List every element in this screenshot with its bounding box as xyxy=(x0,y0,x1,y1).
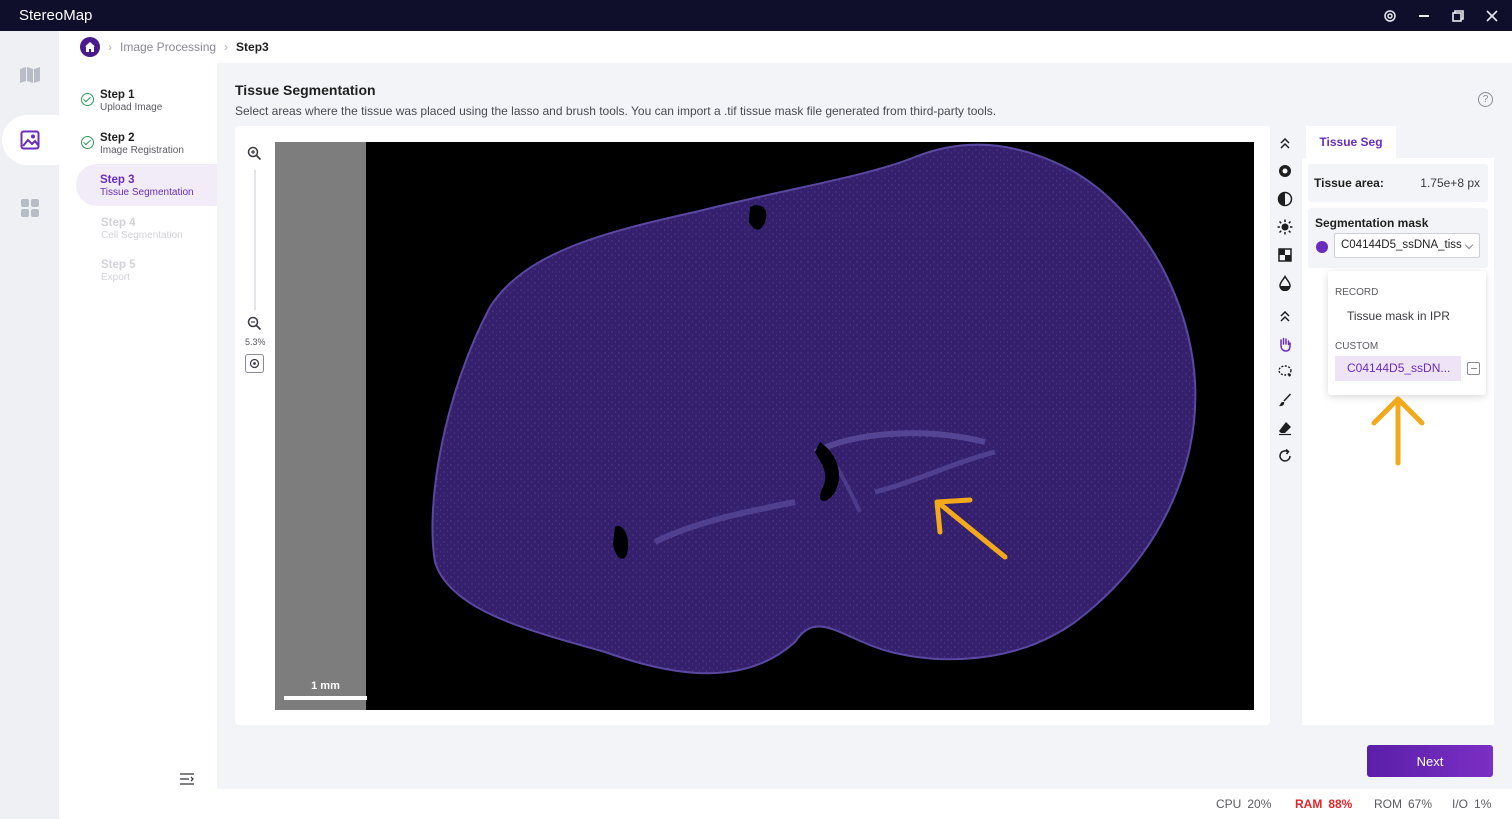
rom-stat: ROM 67% xyxy=(1374,797,1432,811)
hand-pan-icon[interactable] xyxy=(1277,336,1293,352)
step-title: Step 3 xyxy=(100,174,135,186)
left-rail xyxy=(0,31,59,819)
brightness-icon[interactable] xyxy=(1277,219,1293,235)
cpu-label: CPU xyxy=(1216,797,1242,811)
step-subtitle: Tissue Segmentation xyxy=(100,187,194,198)
zoom-out-icon[interactable] xyxy=(247,316,262,336)
ram-stat: RAM 88% xyxy=(1295,797,1352,811)
tissue-area-value: 1.75e+8 px xyxy=(1420,176,1480,190)
step-subtitle: Export xyxy=(101,272,130,283)
rail-apps-icon[interactable] xyxy=(0,186,59,230)
io-stat: I/O 1% xyxy=(1452,797,1491,811)
step-title: Step 4 xyxy=(101,217,136,229)
tissue-area-label: Tissue area: xyxy=(1314,176,1384,190)
window-controls xyxy=(1382,0,1500,31)
collapse-sidebar-icon[interactable] xyxy=(179,771,195,787)
tissue-area-box: Tissue area: 1.75e+8 px xyxy=(1308,164,1488,202)
chevron-down-icon xyxy=(1464,240,1474,250)
brush-icon[interactable] xyxy=(1277,392,1293,408)
breadcrumb-separator: › xyxy=(108,40,112,54)
step-4: Step 4 Cell Segmentation xyxy=(77,217,217,241)
contrast-icon[interactable] xyxy=(1277,191,1293,207)
step-subtitle: Cell Segmentation xyxy=(101,230,183,241)
dropdown-group-custom: CUSTOM xyxy=(1335,341,1379,352)
rename-icon[interactable] xyxy=(1467,362,1480,375)
step-title: Step 5 xyxy=(101,259,136,271)
tab-tissue-seg[interactable]: Tissue Seg xyxy=(1306,126,1396,158)
tissue-section-image xyxy=(431,143,1197,675)
title-bar: StereoMap xyxy=(0,0,1512,31)
recenter-button[interactable] xyxy=(245,354,264,373)
page-description: Select areas where the tissue was placed… xyxy=(235,104,997,118)
check-icon xyxy=(81,136,94,149)
rail-map-icon[interactable] xyxy=(0,53,59,97)
ram-label: RAM xyxy=(1295,797,1323,811)
minimize-icon[interactable] xyxy=(1416,8,1432,24)
main-content: Tissue Segmentation Select areas where t… xyxy=(217,63,1512,789)
page-title: Tissue Segmentation xyxy=(235,82,376,98)
close-icon[interactable] xyxy=(1484,8,1500,24)
scale-bar: 1 mm xyxy=(284,680,367,700)
step-2[interactable]: Step 2 Image Registration xyxy=(77,132,217,156)
lasso-icon[interactable] xyxy=(1277,364,1293,380)
step-subtitle: Upload Image xyxy=(100,102,163,113)
settings-icon[interactable] xyxy=(1382,8,1398,24)
next-button[interactable]: Next xyxy=(1367,745,1493,777)
rom-label: ROM xyxy=(1374,797,1402,811)
mask-select-value: C04144D5_ssDNA_tiss xyxy=(1341,239,1462,251)
dropdown-group-record: RECORD xyxy=(1335,287,1379,298)
mask-color-dot[interactable] xyxy=(1316,241,1328,253)
app-title: StereoMap xyxy=(19,7,93,24)
breadcrumb: › Image Processing › Step3 xyxy=(59,31,1512,63)
collapse-up-icon-2[interactable] xyxy=(1277,308,1293,324)
segmentation-mask-select[interactable]: C04144D5_ssDNA_tiss xyxy=(1334,233,1480,258)
step-subtitle: Image Registration xyxy=(100,145,184,156)
step-5: Step 5 Export xyxy=(77,259,217,283)
help-icon[interactable]: ? xyxy=(1478,92,1493,107)
eraser-icon[interactable] xyxy=(1277,420,1293,436)
step-3[interactable]: Step 3 Tissue Segmentation xyxy=(76,164,217,206)
panel-tabs: Tissue Seg xyxy=(1302,126,1494,158)
tool-strip xyxy=(1270,126,1302,725)
scale-bar-line xyxy=(284,696,367,700)
tissue-seg-panel: Tissue Seg Tissue area: 1.75e+8 px Segme… xyxy=(1302,126,1494,725)
segmentation-mask-label: Segmentation mask xyxy=(1315,216,1429,230)
home-icon[interactable] xyxy=(80,37,100,57)
zoom-slider[interactable] xyxy=(254,170,256,310)
step-title: Step 2 xyxy=(100,132,135,144)
image-settings-icon[interactable] xyxy=(1277,163,1293,179)
image-viewer: 5.3% 1 mm xyxy=(235,126,1270,725)
dropdown-item-custom-selected[interactable]: C04144D5_ssDN... xyxy=(1335,356,1461,381)
annotation-arrow-up xyxy=(1371,396,1425,466)
status-bar: CPU 20% RAM 88% ROM 67% I/O 1% xyxy=(59,789,1512,819)
step-title: Step 1 xyxy=(100,89,135,101)
mask-dropdown: RECORD Tissue mask in IPR CUSTOM C04144D… xyxy=(1328,271,1486,395)
annotation-arrow-diagonal xyxy=(934,497,1008,560)
zoom-in-icon[interactable] xyxy=(247,146,262,166)
segmentation-mask-area: Segmentation mask C04144D5_ssDNA_tiss RE… xyxy=(1308,208,1488,508)
cpu-stat: CPU 20% xyxy=(1216,797,1271,811)
step-1[interactable]: Step 1 Upload Image xyxy=(77,89,217,113)
zoom-level: 5.3% xyxy=(245,337,266,347)
steps-sidebar: Step 1 Upload Image Step 2 Image Registr… xyxy=(59,63,217,819)
dropdown-item-record[interactable]: Tissue mask in IPR xyxy=(1347,309,1450,323)
breadcrumb-separator: › xyxy=(224,40,229,54)
collapse-up-icon[interactable] xyxy=(1277,135,1293,151)
zoom-controls: 5.3% xyxy=(245,146,266,376)
breadcrumb-image-processing[interactable]: Image Processing xyxy=(120,40,216,54)
rail-image-processing-icon[interactable] xyxy=(0,118,59,162)
channel-icon[interactable] xyxy=(1277,247,1293,263)
scale-bar-label: 1 mm xyxy=(311,680,340,692)
rom-value: 67% xyxy=(1408,797,1433,811)
opacity-icon[interactable] xyxy=(1277,274,1293,292)
io-value: 1% xyxy=(1474,797,1492,811)
tissue-image-canvas[interactable]: 1 mm xyxy=(275,142,1254,710)
io-label: I/O xyxy=(1452,797,1469,811)
breadcrumb-current: Step3 xyxy=(236,40,269,54)
cpu-value: 20% xyxy=(1247,797,1272,811)
ram-value: 88% xyxy=(1328,797,1353,811)
restore-icon[interactable] xyxy=(1450,8,1466,24)
reset-icon[interactable] xyxy=(1277,448,1293,464)
check-icon xyxy=(81,93,94,106)
